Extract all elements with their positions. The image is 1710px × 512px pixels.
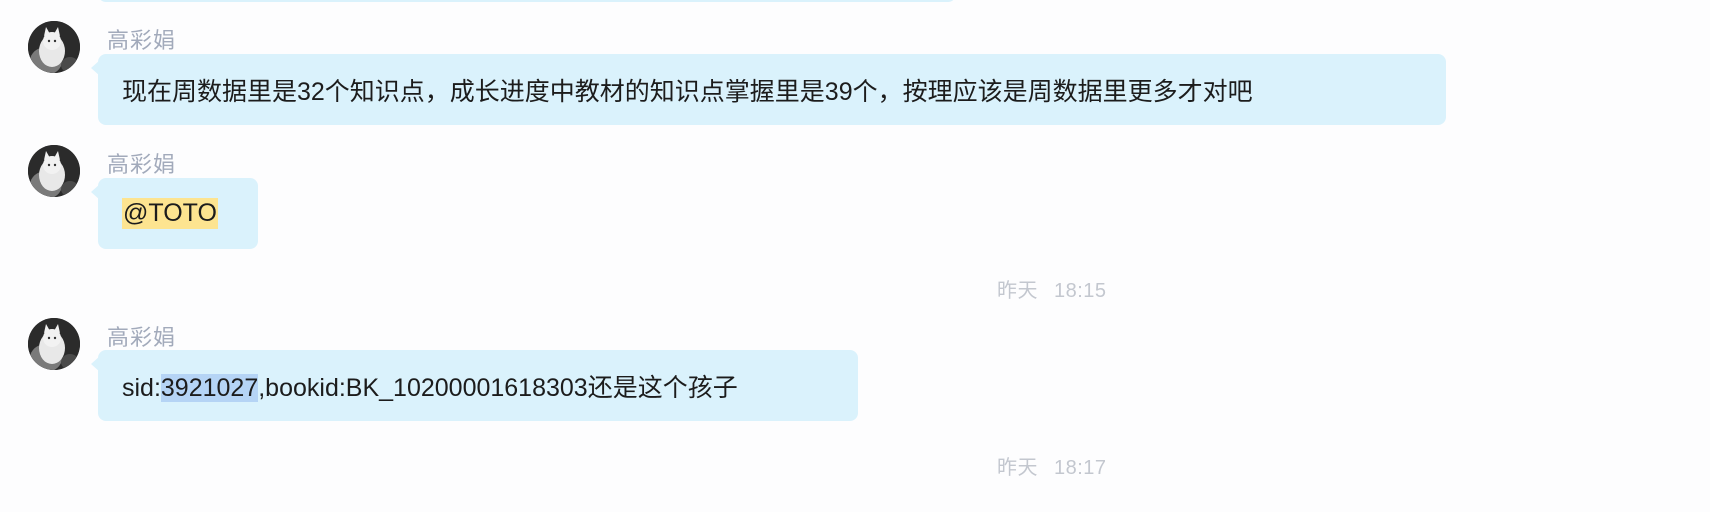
message-bubble[interactable]: @TOTO — [91, 178, 258, 249]
timestamp-day: 昨天 — [997, 457, 1038, 479]
message-text-prefix: sid: — [122, 373, 161, 402]
previous-message-bubble-edge[interactable] — [98, 0, 956, 2]
cat-avatar-icon — [28, 21, 80, 73]
timestamp-time: 18:15 — [1054, 280, 1107, 302]
message-bubble[interactable]: 现在周数据里是32个知识点，成长进度中教材的知识点掌握里是39个，按理应该是周数… — [91, 54, 1446, 125]
sender-avatar[interactable] — [28, 318, 80, 370]
chat-message-list: 高彩娟 现在周数据里是32个知识点，成长进度中教材的知识点掌握里是39个，按理应… — [0, 0, 1710, 512]
sender-avatar[interactable] — [28, 145, 80, 197]
message-bubble[interactable]: sid:3921027,bookid:BK_10200001618303还是这个… — [91, 350, 858, 421]
sender-name: 高彩娟 — [107, 152, 177, 177]
sender-name: 高彩娟 — [107, 28, 177, 53]
message-timestamp: 昨天 18:17 — [997, 451, 1107, 480]
message-text-suffix: ,bookid:BK_10200001618303还是这个孩子 — [258, 373, 738, 402]
timestamp-day: 昨天 — [997, 280, 1038, 302]
message-timestamp: 昨天 18:15 — [997, 274, 1107, 303]
sender-avatar[interactable] — [28, 21, 80, 73]
timestamp-time: 18:17 — [1054, 457, 1107, 479]
sender-name: 高彩娟 — [107, 325, 177, 350]
mention-tag[interactable]: @TOTO — [122, 198, 218, 229]
cat-avatar-icon — [28, 145, 80, 197]
cat-avatar-icon — [28, 318, 80, 370]
message-text[interactable]: sid:3921027,bookid:BK_10200001618303还是这个… — [122, 368, 738, 404]
message-text[interactable]: 现在周数据里是32个知识点，成长进度中教材的知识点掌握里是39个，按理应该是周数… — [122, 72, 1253, 108]
selected-text[interactable]: 3921027 — [160, 373, 259, 402]
